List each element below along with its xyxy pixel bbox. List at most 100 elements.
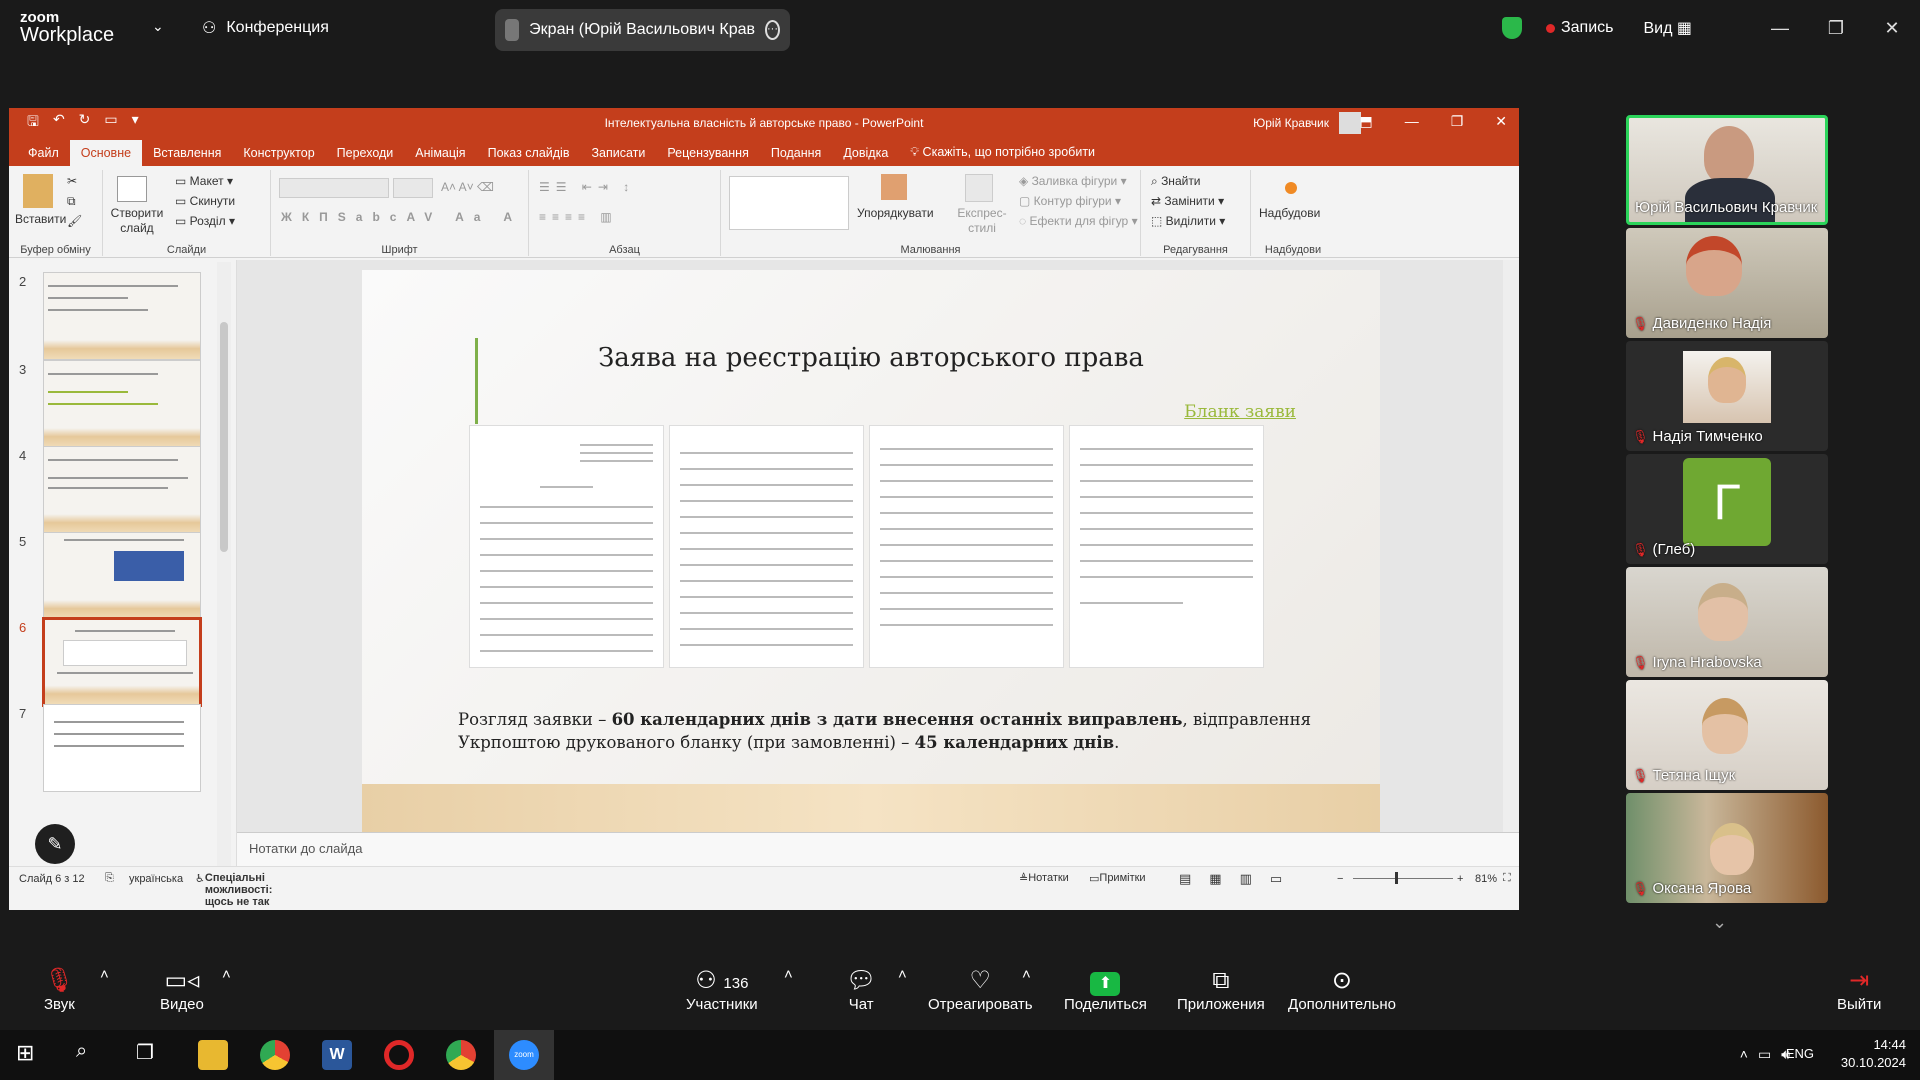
- slide-thumbnail-selected[interactable]: [42, 617, 202, 707]
- chrome-icon[interactable]: [260, 1040, 290, 1070]
- notes-toggle[interactable]: ≜ Нотатки: [1019, 872, 1069, 885]
- tab-help[interactable]: Довідка: [832, 146, 899, 166]
- find-button[interactable]: ⌕ Знайти: [1151, 174, 1201, 189]
- participant-tile-active[interactable]: Юрій Васильович Кравчик: [1626, 115, 1828, 225]
- opera-icon[interactable]: [384, 1040, 414, 1070]
- encryption-shield-icon[interactable]: [1501, 17, 1522, 39]
- cut-icon[interactable]: ✂: [67, 174, 77, 188]
- zoom-out-icon[interactable]: −: [1337, 873, 1343, 885]
- thumbnails-scrollbar[interactable]: [217, 262, 231, 882]
- shape-fill-button[interactable]: ◈ Заливка фігури ▾: [1019, 174, 1127, 188]
- windows-start-icon[interactable]: ⊞: [16, 1040, 46, 1070]
- ppt-close-icon[interactable]: ✕: [1495, 113, 1507, 130]
- tab-view[interactable]: Подання: [760, 146, 832, 166]
- format-painter-icon[interactable]: 🖌︎: [67, 214, 82, 228]
- ppt-minimize-icon[interactable]: —: [1405, 113, 1419, 130]
- zoom-taskbar-button[interactable]: zoom: [494, 1030, 554, 1080]
- zoom-slider-thumb[interactable]: [1395, 872, 1398, 884]
- shape-outline-button[interactable]: ▢ Контур фігури ▾: [1019, 194, 1121, 208]
- tab-record[interactable]: Записати: [580, 146, 656, 166]
- ppt-restore-icon[interactable]: ❐: [1451, 113, 1464, 130]
- language-indicator[interactable]: українська: [129, 873, 183, 885]
- reset-button[interactable]: ▭ Скинути: [175, 194, 235, 208]
- application-form-link[interactable]: Бланк заяви: [1184, 402, 1296, 422]
- slide-thumbnail[interactable]: [43, 704, 201, 792]
- word-icon[interactable]: W: [322, 1040, 352, 1070]
- task-view-icon[interactable]: ❐: [136, 1040, 166, 1070]
- arrange-button[interactable]: Упорядкувати: [857, 206, 934, 220]
- share-button[interactable]: ⬆ Поделиться: [1064, 966, 1147, 1013]
- participants-caret-icon[interactable]: ˄: [784, 966, 793, 983]
- ribbon-display-icon[interactable]: ⬒: [1359, 113, 1372, 130]
- meeting-info-button[interactable]: ⚇ Конференция: [202, 18, 329, 38]
- close-icon[interactable]: ✕: [1864, 18, 1920, 39]
- comments-toggle[interactable]: ▭ Примітки: [1089, 872, 1146, 885]
- addins-button[interactable]: Надбудови: [1259, 206, 1320, 220]
- language-indicator[interactable]: ENG: [1786, 1046, 1814, 1061]
- more-button[interactable]: ⊙ Дополнительно: [1288, 966, 1396, 1013]
- audio-button[interactable]: 🎙︎ Звук: [44, 966, 75, 1013]
- tab-review[interactable]: Рецензування: [656, 146, 759, 166]
- react-button[interactable]: ♡ Отреагировать: [928, 966, 1033, 1013]
- view-buttons[interactable]: ▤▦▥▭: [1179, 871, 1300, 887]
- accessibility-status[interactable]: ♿︎ Спеціальні можливості: щось не так: [195, 872, 272, 908]
- zoom-level[interactable]: 81%: [1475, 873, 1497, 885]
- participant-tile[interactable]: 🎙︎ Надія Тимченко: [1626, 341, 1828, 451]
- slide-thumbnail[interactable]: [43, 532, 201, 620]
- view-button[interactable]: Вид ▦: [1643, 18, 1692, 38]
- slide-thumbnail[interactable]: [43, 360, 201, 448]
- chat-caret-icon[interactable]: ˄: [898, 966, 907, 983]
- video-options-caret-icon[interactable]: ˄: [222, 966, 231, 983]
- slide-title[interactable]: Заява на реєстрацію авторського права: [362, 343, 1380, 373]
- font-grow-icon[interactable]: A˄ A˅ ⌫: [441, 180, 494, 194]
- screen-share-pill[interactable]: Экран (Юрій Васильович Крав ···: [495, 9, 790, 51]
- chrome-profile-icon[interactable]: [446, 1040, 476, 1070]
- new-slide-button[interactable]: Створити слайд: [109, 206, 165, 236]
- participant-tile[interactable]: 🎙︎ Давиденко Надія: [1626, 228, 1828, 338]
- font-name-input[interactable]: [279, 178, 389, 198]
- leave-button[interactable]: ⇥ Выйти: [1837, 966, 1881, 1013]
- participants-button[interactable]: ⚇ 136 Участники: [686, 966, 758, 1013]
- zoom-slider[interactable]: [1353, 878, 1453, 879]
- video-button[interactable]: ▭◃ Видео: [160, 966, 204, 1013]
- tab-transitions[interactable]: Переходи: [326, 146, 405, 166]
- participant-tile[interactable]: 🎙︎ Iryna Hrabovska: [1626, 567, 1828, 677]
- notes-pane[interactable]: Нотатки до слайда: [237, 832, 1519, 866]
- layout-button[interactable]: ▭ Макет ▾: [175, 174, 233, 188]
- paste-button[interactable]: Вставити: [15, 212, 66, 226]
- list-buttons[interactable]: ☰☰ ⇤⇥ ↕: [539, 180, 635, 194]
- record-indicator[interactable]: Запись: [1545, 19, 1613, 37]
- current-slide[interactable]: Заява на реєстрацію авторського права Бл…: [362, 270, 1380, 844]
- participant-tile[interactable]: Г 🎙︎ (Глеб): [1626, 454, 1828, 564]
- font-format-buttons[interactable]: ЖКПЅabcAV Aa A: [281, 210, 522, 224]
- tab-file[interactable]: Файл: [17, 146, 70, 166]
- copy-icon[interactable]: ⧉: [67, 194, 76, 209]
- tell-me-box[interactable]: 💡︎ Скажіть, що потрібно зробити: [899, 145, 1106, 166]
- participant-tile[interactable]: 🎙︎ Тетяна Іщук: [1626, 680, 1828, 790]
- chevron-down-icon[interactable]: ⌄: [152, 18, 164, 35]
- tab-slideshow[interactable]: Показ слайдів: [477, 146, 581, 166]
- restore-icon[interactable]: ❐: [1808, 18, 1864, 39]
- slide-scrollbar[interactable]: [1503, 260, 1519, 832]
- chevron-down-icon[interactable]: ⌄: [1712, 912, 1727, 933]
- participant-tile[interactable]: 🎙︎ Оксана Ярова: [1626, 793, 1828, 903]
- zoom-logo[interactable]: zoom Workplace: [20, 10, 114, 45]
- annotate-pen-icon[interactable]: ✎: [35, 824, 75, 864]
- slide-thumbnail[interactable]: [43, 446, 201, 534]
- replace-button[interactable]: ⇄ Замінити ▾: [1151, 194, 1224, 208]
- audio-options-caret-icon[interactable]: ˄: [100, 966, 109, 983]
- more-options-icon[interactable]: ···: [765, 20, 780, 40]
- chat-button[interactable]: 💬︎ Чат: [846, 966, 876, 1013]
- slide-thumbnail[interactable]: [43, 272, 201, 360]
- section-button[interactable]: ▭ Розділ ▾: [175, 214, 235, 228]
- clock[interactable]: 14:44 30.10.2024: [1841, 1036, 1906, 1072]
- tab-animations[interactable]: Анімація: [404, 146, 476, 166]
- fit-slide-icon[interactable]: ⛶: [1503, 872, 1511, 885]
- apps-button[interactable]: ⧉ Приложения: [1177, 966, 1265, 1013]
- tab-home[interactable]: Основне: [69, 140, 143, 166]
- ppt-user-avatar[interactable]: [1339, 112, 1361, 134]
- minimize-icon[interactable]: —: [1752, 18, 1808, 39]
- ppt-user-name[interactable]: Юрій Кравчик: [1253, 116, 1329, 130]
- slide-thumbnails-pane[interactable]: 2 3 4 5 6 7: [9, 260, 237, 882]
- tab-insert[interactable]: Вставлення: [142, 146, 232, 166]
